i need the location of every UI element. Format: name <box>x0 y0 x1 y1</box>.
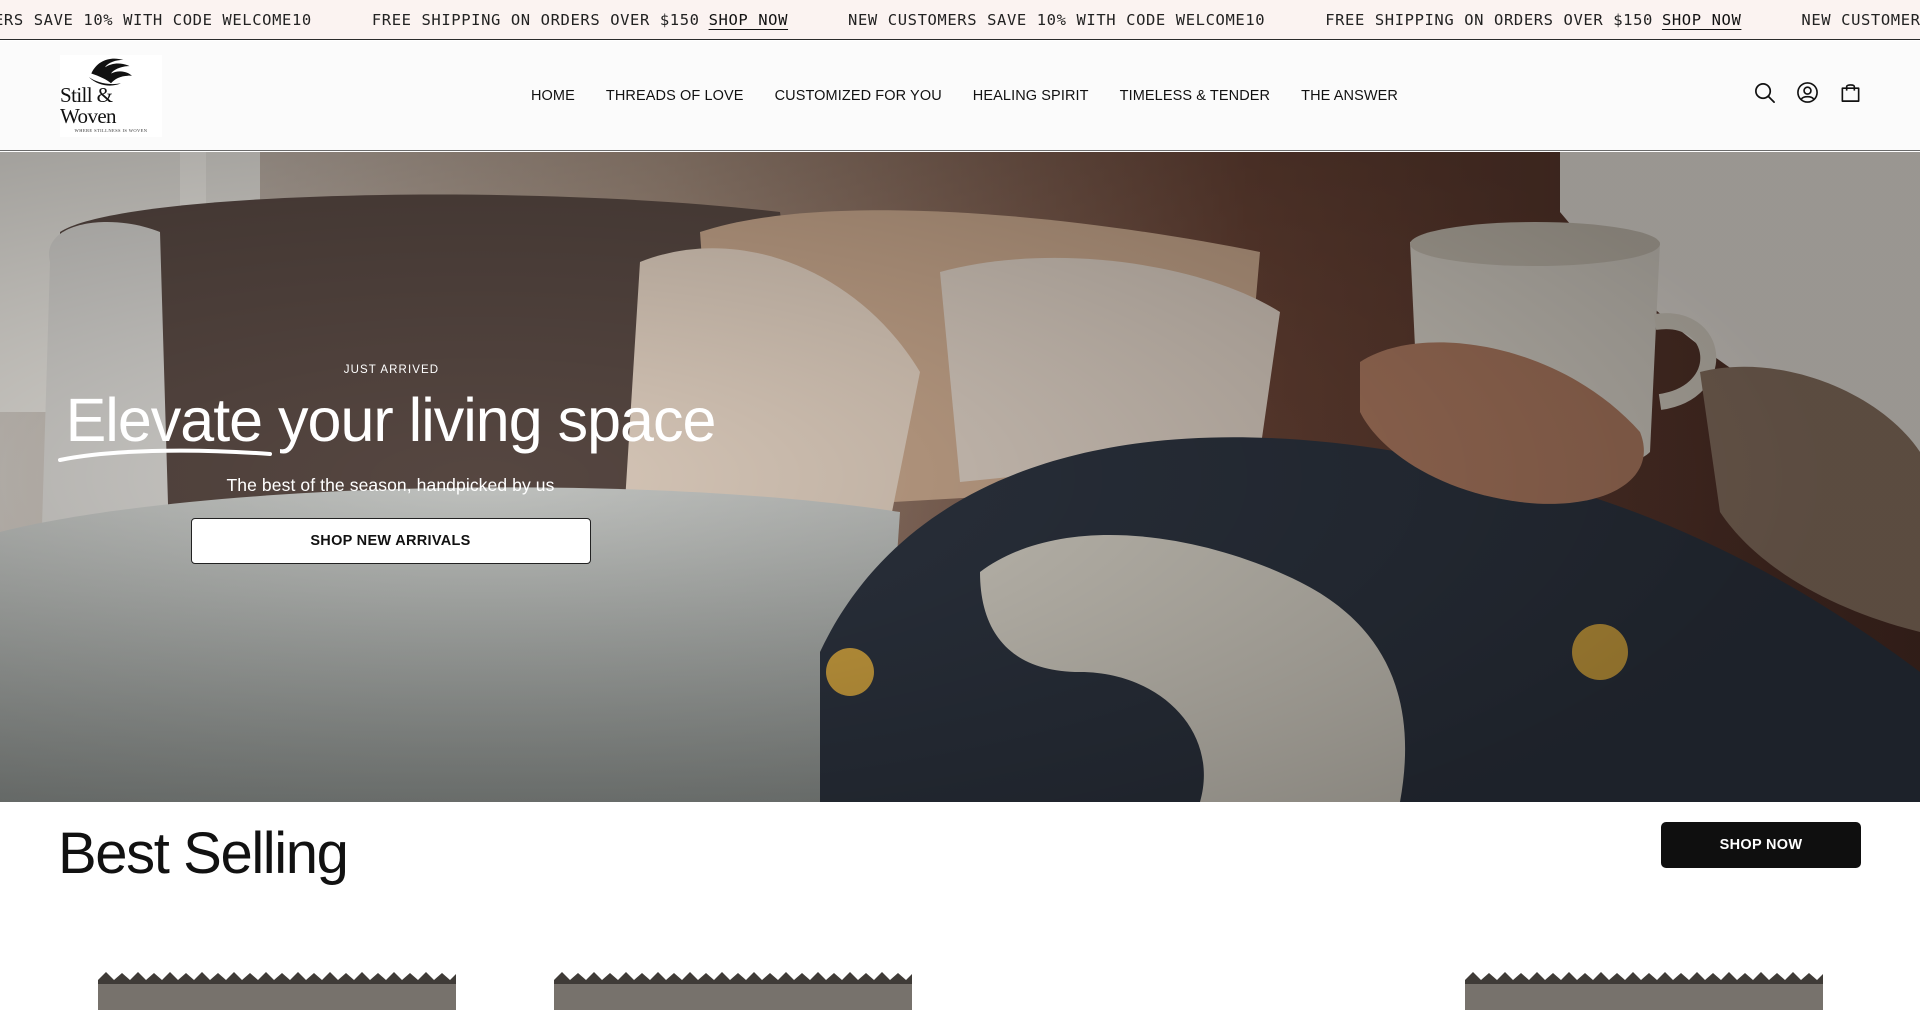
hero-title: Elevate your living space <box>57 390 716 462</box>
hero-title-highlight: Elevate <box>57 390 272 462</box>
hero-title-rest: your living space <box>262 386 716 454</box>
announcement-item: FREE SHIPPING ON ORDERS OVER $150 SHOP NO… <box>372 11 788 29</box>
shop-now-link[interactable]: SHOP NOW <box>709 11 788 29</box>
announcement-text: FREE SHIPPING ON ORDERS OVER $150 <box>1325 11 1653 29</box>
hero-banner: JUST ARRIVED Elevate your living space T… <box>0 152 1920 802</box>
announcement-item: NEW CUSTOMERS SAVE 10% WITH CODE WELCOME… <box>1801 11 1920 29</box>
nav-item-timeless-tender[interactable]: TIMELESS & TENDER <box>1120 88 1271 104</box>
announcement-text: ERS SAVE 10% WITH CODE WELCOME10 <box>0 11 312 29</box>
shop-now-link[interactable]: SHOP NOW <box>1662 11 1741 29</box>
hero-subtitle: The best of the season, handpicked by us <box>226 475 555 495</box>
announcement-item: FREE SHIPPING ON ORDERS OVER $150 SHOP NO… <box>1325 11 1741 29</box>
nav-item-home[interactable]: HOME <box>531 88 575 104</box>
logo-tagline: WHERE STILLNESS IS WOVEN <box>74 128 148 133</box>
account-icon[interactable] <box>1796 81 1819 104</box>
main-nav-list: HOME THREADS OF LOVE CUSTOMIZED FOR YOU … <box>531 88 1398 104</box>
logo[interactable]: Still & Woven WHERE STILLNESS IS WOVEN <box>60 55 162 137</box>
underline-swash-icon <box>57 448 272 462</box>
logo-wordmark: Still & Woven <box>60 83 117 128</box>
announcement-text: FREE SHIPPING ON ORDERS OVER $150 <box>371 11 700 29</box>
nav-item-customized-for-you[interactable]: CUSTOMIZED FOR YOU <box>775 88 942 104</box>
product-image[interactable] <box>554 970 912 1010</box>
announcement-track: ERS SAVE 10% WITH CODE WELCOME10 FREE SH… <box>0 0 1920 39</box>
hero-content: JUST ARRIVED Elevate your living space T… <box>57 364 723 564</box>
announcement-text: NEW CUSTOMERS SAVE 10% WITH CODE WELCOME… <box>1801 11 1920 29</box>
cart-icon[interactable] <box>1839 81 1862 104</box>
product-image[interactable] <box>1465 970 1823 1010</box>
header-actions <box>1753 81 1862 104</box>
nav-item-threads-of-love[interactable]: THREADS OF LOVE <box>606 88 744 104</box>
shop-now-button[interactable]: SHOP NOW <box>1661 822 1861 868</box>
section-title: Best Selling <box>58 821 349 886</box>
shop-new-arrivals-button[interactable]: SHOP NEW ARRIVALS <box>190 518 591 564</box>
announcement-item: NEW CUSTOMERS SAVE 10% WITH CODE WELCOME… <box>848 11 1265 29</box>
main-nav: HOME THREADS OF LOVE CUSTOMIZED FOR YOU … <box>0 41 1920 151</box>
nav-item-the-answer[interactable]: THE ANSWER <box>1301 88 1398 104</box>
hero-eyebrow: JUST ARRIVED <box>343 364 440 376</box>
announcement-item: ERS SAVE 10% WITH CODE WELCOME10 <box>0 11 312 29</box>
best-selling-section: Best Selling SHOP NOW <box>0 802 1920 1010</box>
announcement-text: NEW CUSTOMERS SAVE 10% WITH CODE WELCOME… <box>848 11 1266 29</box>
product-image[interactable] <box>98 970 456 1010</box>
search-icon[interactable] <box>1753 81 1776 104</box>
nav-item-healing-spirit[interactable]: HEALING SPIRIT <box>973 88 1089 104</box>
site-header: Still & Woven WHERE STILLNESS IS WOVEN H… <box>0 41 1920 151</box>
announcement-bar: ERS SAVE 10% WITH CODE WELCOME10 FREE SH… <box>0 0 1920 40</box>
